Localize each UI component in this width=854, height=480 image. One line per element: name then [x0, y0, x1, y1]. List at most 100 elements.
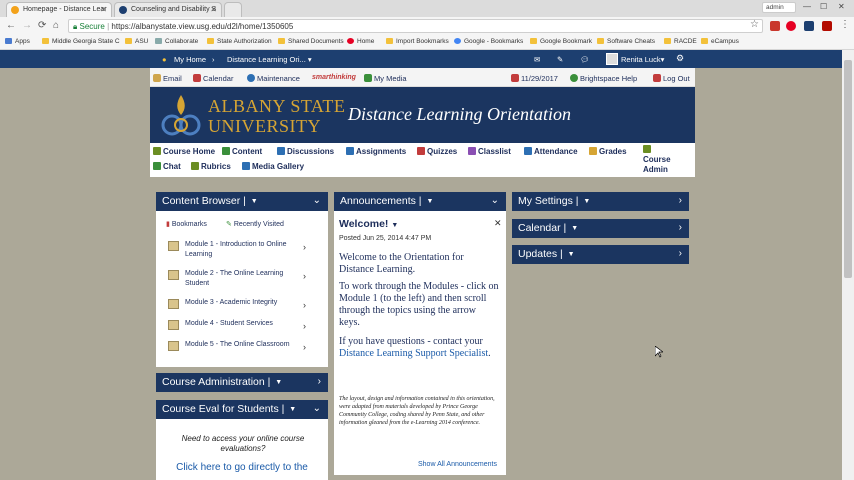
- chevron-down-icon[interactable]: ⌄: [491, 195, 499, 206]
- nav-attendance[interactable]: Attendance: [524, 147, 578, 156]
- chevron-right-icon[interactable]: ›: [679, 195, 682, 206]
- bookmark-item[interactable]: Software Cheats: [597, 38, 655, 45]
- extension-icon[interactable]: [770, 21, 780, 31]
- bookmark-item[interactable]: Google Bookmark: [530, 38, 592, 45]
- media-icon: [364, 74, 372, 82]
- nav-media-gallery[interactable]: Media Gallery: [242, 162, 304, 171]
- widget-header: Announcements | ▼ ⌄: [334, 192, 506, 211]
- widget-header: Course Eval for Students | ▼ ⌄: [156, 400, 328, 419]
- user-menu[interactable]: Renita Luck▾: [621, 55, 664, 64]
- assignments-icon: [346, 147, 354, 155]
- bookmark-item[interactable]: Import Bookmarks: [386, 38, 449, 45]
- nav-content[interactable]: Content: [222, 147, 262, 156]
- nav-grades[interactable]: Grades: [589, 147, 627, 156]
- show-all-announcements-link[interactable]: Show All Announcements: [418, 461, 497, 468]
- bookmark-item[interactable]: Google - Bookmarks: [454, 38, 523, 45]
- profile-chip[interactable]: admin: [762, 2, 796, 13]
- close-icon[interactable]: ✕: [494, 218, 502, 229]
- logo-name-line1: ALBANY STATE: [208, 96, 346, 116]
- update-alerts-icon[interactable]: 💬︎: [580, 55, 590, 64]
- module-item[interactable]: Module 4 - Student Services ›: [168, 319, 318, 333]
- classlist-icon: [468, 147, 476, 155]
- reload-icon[interactable]: ⟳: [38, 20, 46, 31]
- nav-classlist[interactable]: Classlist: [468, 147, 511, 156]
- bookmark-item[interactable]: RACDE: [664, 38, 697, 45]
- window-close-icon[interactable]: ✕: [838, 2, 845, 11]
- calendar-widget: Calendar | ▼ ›: [512, 219, 689, 238]
- chevron-down-icon[interactable]: ▼: [289, 406, 296, 413]
- close-icon[interactable]: ✕: [100, 5, 107, 14]
- nav-discussions[interactable]: Discussions: [277, 147, 334, 156]
- bookmark-item[interactable]: ASU: [125, 38, 148, 45]
- logout-link[interactable]: Log Out: [653, 74, 690, 83]
- recently-visited-tab[interactable]: ✎ Recently Visited: [226, 220, 284, 228]
- maximize-icon[interactable]: ☐: [820, 2, 827, 11]
- bookmark-apps[interactable]: Apps: [5, 38, 30, 45]
- forward-icon[interactable]: →: [22, 20, 32, 31]
- course-selector[interactable]: Distance Learning Ori... ▾: [227, 55, 312, 64]
- new-tab-button[interactable]: [224, 2, 242, 17]
- smarthinking-link[interactable]: smarthinking: [312, 74, 356, 81]
- bookmark-item[interactable]: State Authorization: [207, 38, 272, 45]
- chevron-down-icon[interactable]: ▼: [426, 198, 433, 205]
- chevron-down-icon[interactable]: ⌄: [313, 195, 321, 206]
- chevron-right-icon[interactable]: ›: [679, 222, 682, 233]
- browser-tab-homepage[interactable]: Homepage - Distance Lear ✕: [6, 2, 112, 17]
- url-input[interactable]: 🔒︎ Secure | https://albanystate.view.usg…: [68, 19, 763, 33]
- nav-course-home[interactable]: Course Home: [153, 147, 215, 156]
- brightspace-help-link[interactable]: Brightspace Help: [570, 74, 637, 83]
- close-icon[interactable]: ✕: [210, 5, 217, 14]
- chevron-down-icon[interactable]: ▼: [568, 251, 575, 258]
- browser-tab-counseling[interactable]: Counseling and Disability S ✕: [114, 2, 222, 17]
- chevron-right-icon: ›: [303, 321, 306, 331]
- support-specialist-link[interactable]: Distance Learning Support Specialist: [339, 348, 488, 359]
- module-item[interactable]: Module 1 - Introduction to Online Learni…: [168, 240, 318, 260]
- chevron-down-icon[interactable]: ▼: [275, 379, 282, 386]
- bookmark-item[interactable]: Shared Documents: [278, 38, 344, 45]
- nav-quizzes[interactable]: Quizzes: [417, 147, 457, 156]
- module-item[interactable]: Module 2 - The Online Learning Student ›: [168, 269, 318, 289]
- chevron-down-icon[interactable]: ▼: [583, 198, 590, 205]
- menu-icon[interactable]: ⋮: [840, 19, 850, 30]
- bookmark-item[interactable]: Middle Georgia State C: [42, 38, 120, 45]
- nav-course-admin[interactable]: Course Admin: [643, 145, 671, 175]
- announcement-title[interactable]: Welcome! ▼: [339, 218, 398, 230]
- nav-rubrics[interactable]: Rubrics: [191, 162, 231, 171]
- module-item[interactable]: Module 3 - Academic Integrity ›: [168, 298, 318, 312]
- bookmark-item[interactable]: eCampus: [701, 38, 739, 45]
- star-icon[interactable]: ☆: [750, 19, 759, 30]
- announcement-para3: If you have questions - contact your Dis…: [339, 336, 491, 359]
- pdf-icon[interactable]: [822, 21, 832, 31]
- page-scrollbar[interactable]: [842, 50, 854, 480]
- tab-title: Counseling and Disability S: [131, 6, 217, 13]
- home-icon[interactable]: ●: [162, 55, 167, 64]
- chevron-right-icon[interactable]: ›: [318, 376, 321, 387]
- my-home-link[interactable]: My Home: [174, 55, 206, 64]
- minimize-icon[interactable]: —: [803, 2, 811, 11]
- extension-icon[interactable]: [804, 21, 814, 31]
- nav-assignments[interactable]: Assignments: [346, 147, 406, 156]
- bookmark-item[interactable]: Home: [347, 38, 374, 45]
- eval-link[interactable]: Click here to go directly to the: [162, 462, 322, 473]
- message-alerts-icon[interactable]: ✉: [534, 55, 540, 64]
- gear-icon[interactable]: ⚙: [676, 53, 684, 64]
- module-icon: [168, 241, 179, 251]
- chevron-right-icon[interactable]: ›: [679, 248, 682, 259]
- bookmarks-tab[interactable]: ▮ Bookmarks: [166, 220, 207, 228]
- bookmark-item[interactable]: Collaborate: [155, 38, 198, 45]
- module-item[interactable]: Module 5 - The Online Classroom ›: [168, 340, 318, 354]
- chevron-down-icon[interactable]: ▼: [571, 225, 578, 232]
- avatar[interactable]: [606, 53, 618, 65]
- scrollbar-thumb[interactable]: [844, 60, 852, 278]
- back-icon[interactable]: ←: [6, 20, 16, 31]
- maintenance-link[interactable]: Maintenance: [247, 74, 300, 83]
- email-link[interactable]: Email: [153, 74, 182, 83]
- chevron-down-icon[interactable]: ⌄: [313, 403, 321, 414]
- subscription-alerts-icon[interactable]: ✎: [557, 55, 563, 64]
- nav-chat[interactable]: Chat: [153, 162, 181, 171]
- chevron-down-icon[interactable]: ▼: [251, 198, 258, 205]
- calendar-link[interactable]: Calendar: [193, 74, 233, 83]
- home-icon[interactable]: ⌂: [53, 20, 59, 31]
- pinterest-icon[interactable]: [786, 21, 796, 31]
- my-media-link[interactable]: My Media: [364, 74, 407, 83]
